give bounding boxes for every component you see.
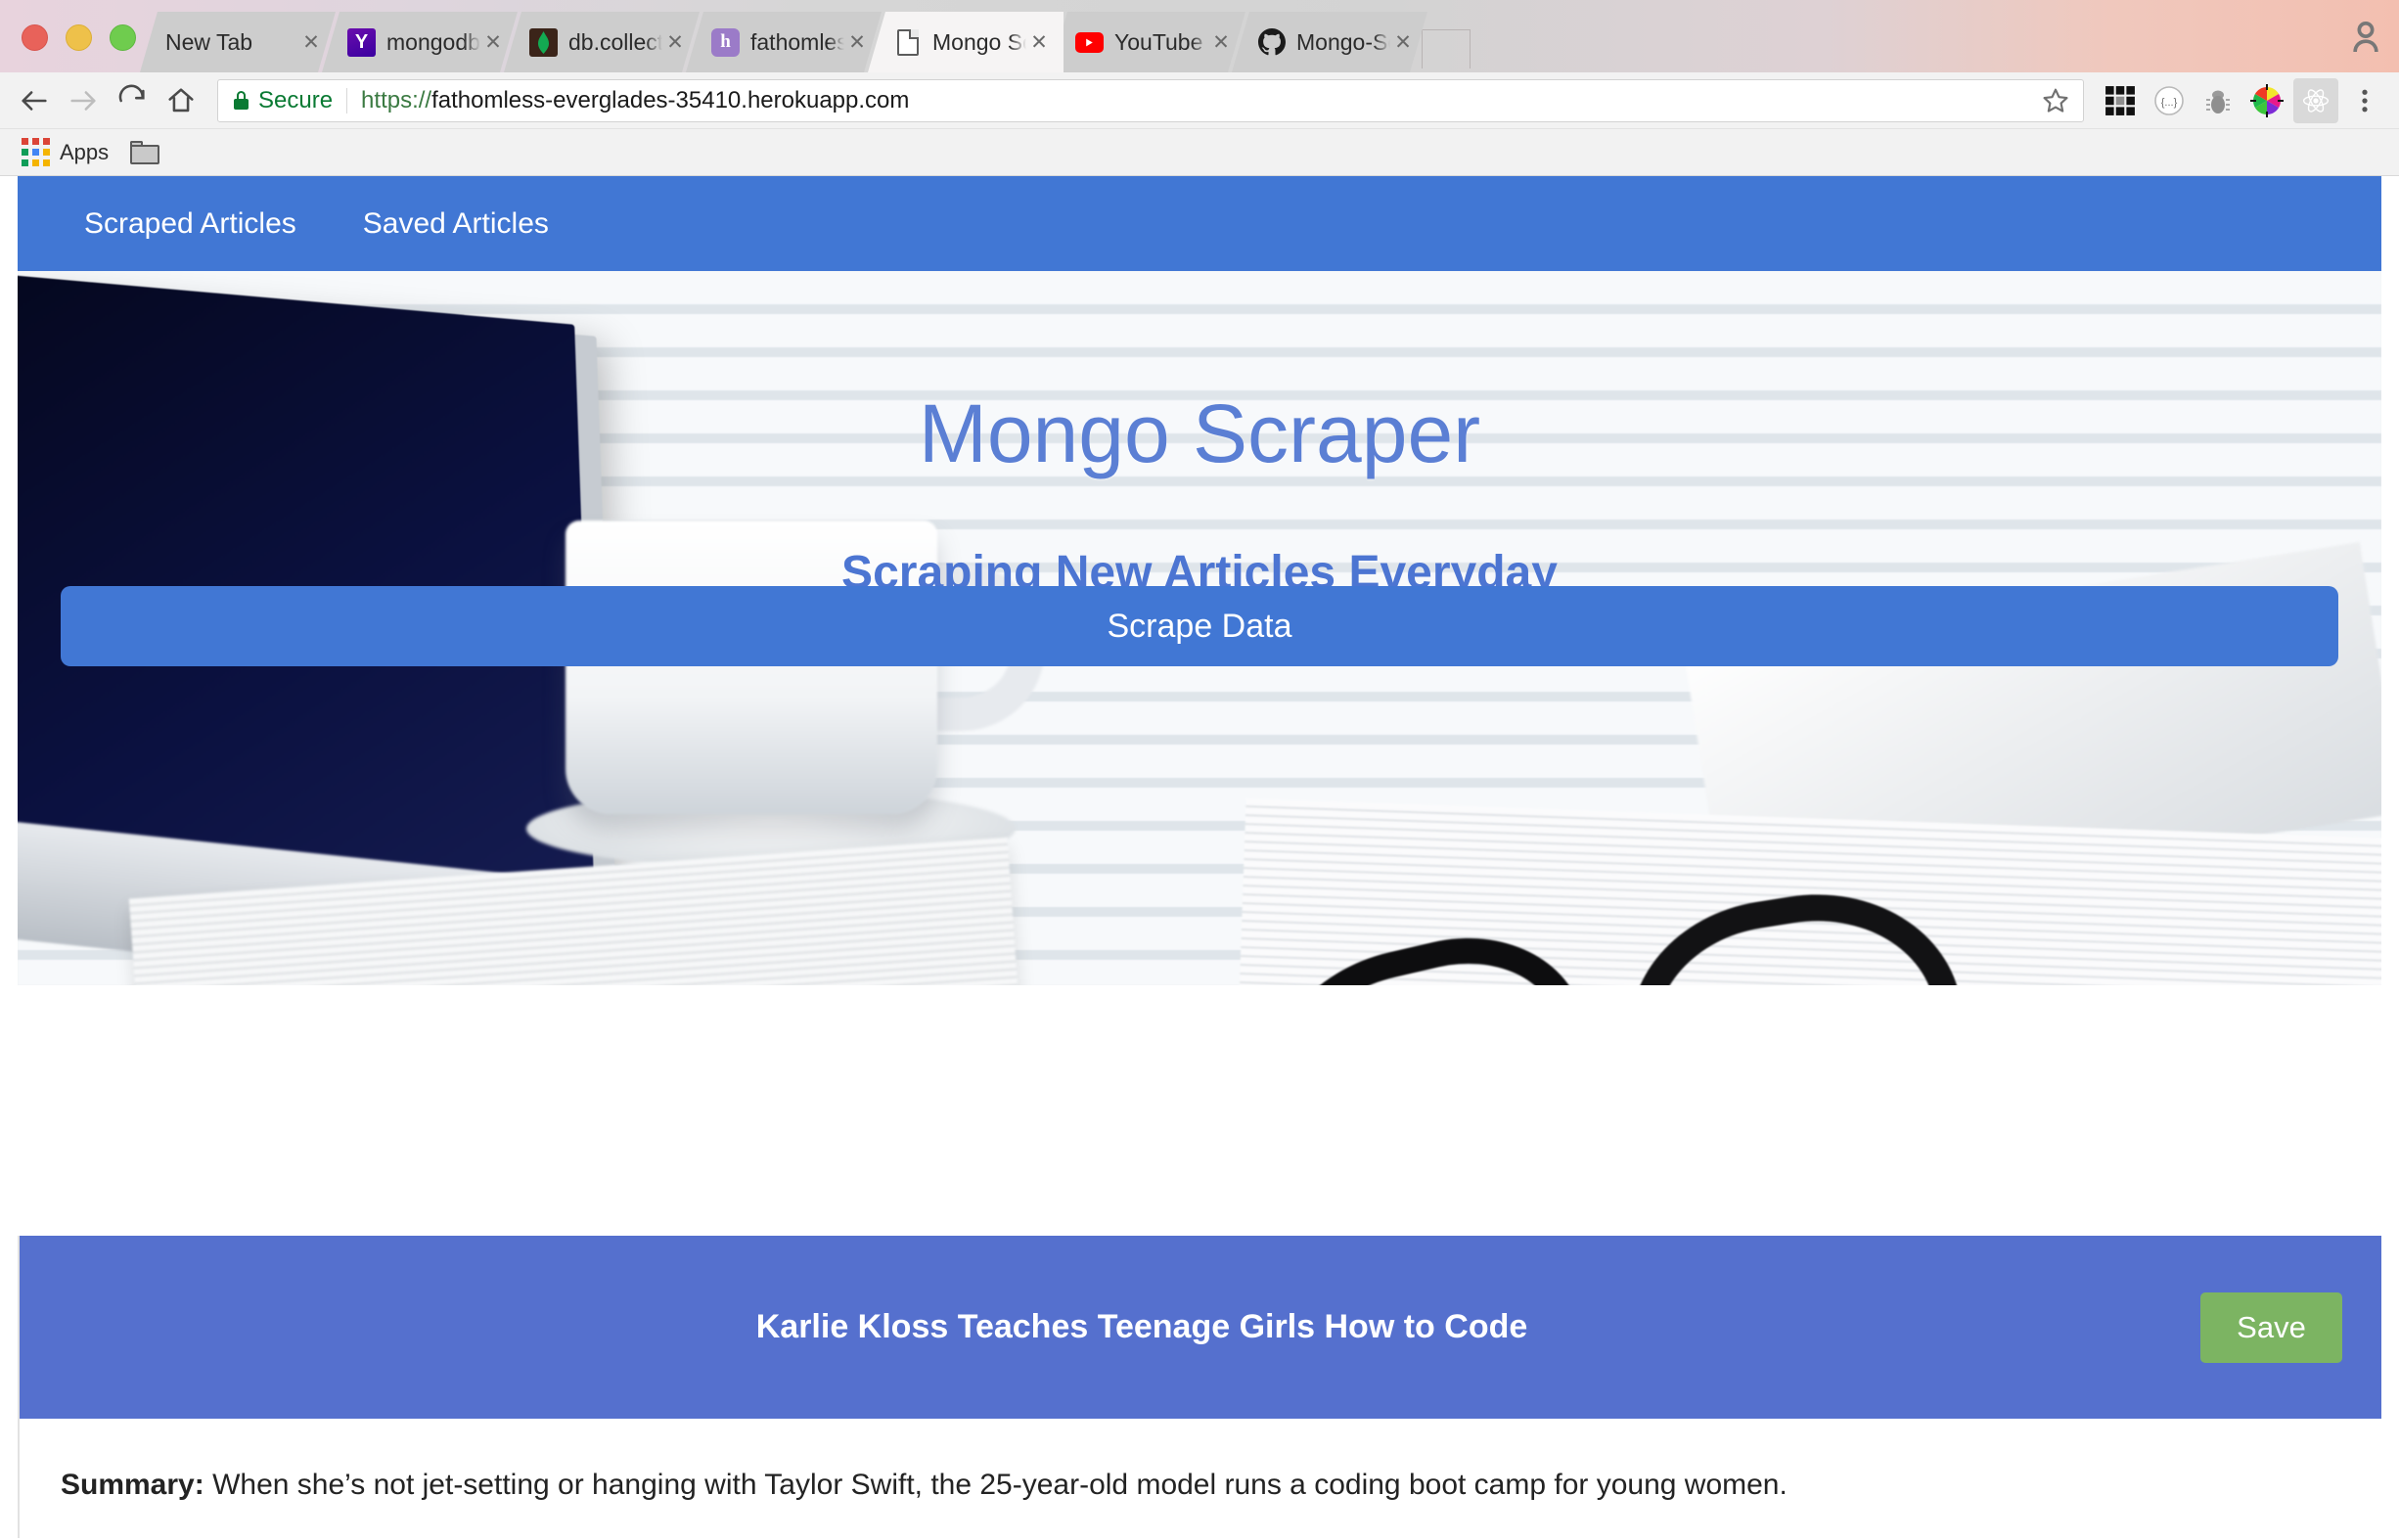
browser-tab-mongodb-findone[interactable]: Y mongodb findOne ✕ [322, 12, 518, 72]
mongodb-leaf-icon [529, 28, 558, 57]
browser-tab-github-mongo-scraper[interactable]: Mongo-Scraper/in ✕ [1232, 12, 1427, 72]
hackernews-icon-letter: Y [347, 28, 376, 57]
tab-title: Mongo Scraper [932, 28, 1026, 55]
youtube-icon [1075, 28, 1104, 57]
forward-arrow-icon[interactable] [61, 78, 106, 123]
summary-text: When she’s not jet-setting or hanging wi… [212, 1469, 1788, 1501]
three-dot-menu-icon[interactable] [2342, 78, 2387, 123]
url-host: fathomless-everglades-35410.herokuapp.co… [431, 86, 910, 113]
heroku-icon: h [711, 28, 740, 57]
tab-title: fathomless-evergl [750, 28, 844, 55]
page-title: Mongo Scraper [918, 387, 1481, 479]
omnibox-divider [346, 87, 348, 113]
tab-close-icon[interactable]: ✕ [844, 29, 870, 55]
bookmark-apps[interactable]: Apps [14, 134, 116, 170]
hero-content: Mongo Scraper Scraping New Articles Ever… [18, 271, 2381, 985]
url-scheme: https:// [361, 86, 432, 113]
svg-text:{...}: {...} [2161, 97, 2178, 109]
browser-tab-fathomless-everglades[interactable]: h fathomless-evergl ✕ [686, 12, 882, 72]
article-card-header: Karlie Kloss Teaches Teenage Girls How t… [20, 1236, 2381, 1419]
document-icon [893, 28, 922, 57]
grid-extension-icon[interactable] [2098, 78, 2143, 123]
nav-link-saved-articles[interactable]: Saved Articles [363, 207, 549, 241]
tab-close-icon[interactable]: ✕ [662, 29, 688, 55]
scrape-data-button[interactable]: Scrape Data [61, 586, 2338, 666]
tab-title: db.collection.find( [568, 28, 662, 55]
browser-tab-youtube[interactable]: YouTube ✕ [1050, 12, 1245, 72]
color-picker-icon[interactable] [2244, 78, 2289, 123]
save-button[interactable]: Save [2200, 1291, 2342, 1363]
browser-toolbar: Secure https:// fathomless-everglades-35… [0, 72, 2399, 129]
page-viewport: Scraped Articles Saved Articles Mongo Sc… [0, 176, 2399, 1538]
lock-icon [234, 91, 249, 110]
close-window-button[interactable] [22, 24, 48, 51]
tab-close-icon[interactable]: ✕ [1026, 29, 1052, 55]
back-arrow-icon[interactable] [12, 78, 57, 123]
tab-title: mongodb findOne [386, 28, 480, 55]
browser-tab-new-tab[interactable]: New Tab ✕ [140, 12, 336, 72]
browser-window: New Tab ✕ Y mongodb findOne ✕ db.collect… [0, 0, 2399, 1540]
hackernews-icon: Y [347, 28, 376, 57]
bookmarks-bar: Apps [0, 129, 2399, 176]
tab-close-icon[interactable]: ✕ [298, 29, 324, 55]
tab-close-icon[interactable]: ✕ [1390, 29, 1416, 55]
bookmark-folder[interactable] [122, 137, 167, 168]
github-icon [1257, 28, 1286, 57]
profile-avatar-icon[interactable] [2346, 18, 2385, 57]
hero-jumbotron: Mongo Scraper Scraping New Articles Ever… [18, 271, 2381, 985]
bookmark-apps-label: Apps [60, 139, 110, 164]
react-devtools-icon[interactable] [2293, 77, 2338, 123]
tab-close-icon[interactable]: ✕ [1208, 29, 1234, 55]
article-card-body: Summary: When she’s not jet-setting or h… [20, 1419, 2381, 1538]
article-summary: Summary: When she’s not jet-setting or h… [61, 1466, 2340, 1506]
site-navbar: Scraped Articles Saved Articles [18, 176, 2381, 271]
tab-strip: New Tab ✕ Y mongodb findOne ✕ db.collect… [0, 0, 2399, 72]
folder-icon [130, 140, 160, 164]
browser-tab-mongo-scraper-active[interactable]: Mongo Scraper ✕ [868, 12, 1064, 72]
window-traffic-lights [0, 24, 154, 72]
bug-debugger-icon[interactable] [2195, 78, 2241, 123]
new-tab-button[interactable] [1422, 29, 1471, 68]
tab-title: New Tab [165, 28, 253, 55]
nav-link-scraped-articles[interactable]: Scraped Articles [84, 207, 296, 241]
address-bar[interactable]: Secure https:// fathomless-everglades-35… [217, 78, 2084, 122]
summary-label: Summary: [61, 1469, 204, 1501]
tab-title: YouTube [1114, 28, 1203, 55]
apps-grid-icon [22, 138, 50, 166]
heroku-icon-letter: h [711, 28, 740, 57]
browser-tab-db-collection-find[interactable]: db.collection.find( ✕ [504, 12, 700, 72]
minimize-window-button[interactable] [66, 24, 92, 51]
tab-title: Mongo-Scraper/in [1296, 28, 1390, 55]
reload-icon[interactable] [110, 78, 155, 123]
home-icon[interactable] [158, 78, 204, 123]
maximize-window-button[interactable] [110, 24, 136, 51]
star-icon[interactable] [2034, 79, 2077, 122]
article-title[interactable]: Karlie Kloss Teaches Teenage Girls How t… [55, 1308, 2346, 1346]
json-viewer-icon[interactable]: {...} [2147, 78, 2192, 123]
article-card: Karlie Kloss Teaches Teenage Girls How t… [18, 1236, 2381, 1538]
tab-close-icon[interactable]: ✕ [480, 29, 506, 55]
security-status-label: Secure [258, 86, 334, 113]
